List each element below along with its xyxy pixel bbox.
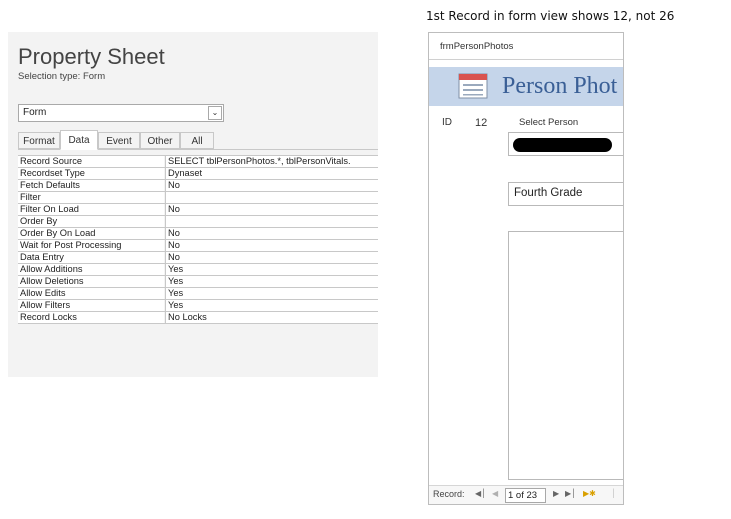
new-record-icon[interactable]: ▶✱ (583, 489, 596, 498)
property-row[interactable]: Record Locks No Locks (18, 312, 378, 324)
property-value[interactable]: Dynaset (165, 168, 378, 179)
property-value[interactable]: Yes (165, 264, 378, 275)
property-value[interactable]: No (165, 204, 378, 215)
form-header: Person Phot (429, 67, 623, 106)
property-name: Allow Edits (18, 288, 164, 299)
property-row[interactable]: Wait for Post Processing No (18, 240, 378, 252)
property-name: Data Entry (18, 252, 164, 263)
property-name: Order By (18, 216, 164, 227)
property-name: Record Source (18, 156, 164, 167)
id-label: ID (442, 117, 452, 128)
property-name: Fetch Defaults (18, 180, 164, 191)
record-navigation-bar: Record: ◀│ ◀ 1 of 23 ▶ ▶│ ▶✱ │ (429, 485, 623, 504)
property-value[interactable]: No (165, 252, 378, 263)
property-name: Allow Additions (18, 264, 164, 275)
record-counter[interactable]: 1 of 23 (505, 488, 546, 503)
property-grid: Record Source SELECT tblPersonPhotos.*, t… (18, 155, 378, 324)
filter-icon[interactable]: │ (611, 489, 616, 498)
property-value[interactable]: No (165, 180, 378, 191)
property-row[interactable]: Order By (18, 216, 378, 228)
form-view-window: frmPersonPhotos Person Phot ID 12 Select… (428, 32, 624, 505)
chevron-down-icon[interactable]: ⌄ (208, 106, 222, 120)
property-row[interactable]: Allow Deletions Yes (18, 276, 378, 288)
property-sheet-title: Property Sheet (18, 44, 165, 69)
property-row[interactable]: Data Entry No (18, 252, 378, 264)
screenshot-caption: 1st Record in form view shows 12, not 26 (426, 9, 675, 23)
grade-value: Fourth Grade (514, 187, 583, 199)
select-person-label: Select Person (519, 117, 579, 128)
object-selector-value: Form (23, 107, 47, 118)
property-tabs: Format Data Event Other All (18, 130, 378, 150)
last-record-icon[interactable]: ▶│ (565, 489, 576, 498)
property-value[interactable]: No Locks (165, 312, 378, 323)
property-value[interactable] (165, 192, 378, 203)
property-value[interactable]: Yes (165, 300, 378, 311)
form-icon (458, 73, 488, 99)
tab-other[interactable]: Other (140, 132, 180, 149)
document-tab[interactable]: frmPersonPhotos (429, 33, 623, 60)
document-tab-label: frmPersonPhotos (440, 41, 514, 52)
property-row[interactable]: Filter (18, 192, 378, 204)
tab-format[interactable]: Format (18, 132, 60, 149)
property-row[interactable]: Fetch Defaults No (18, 180, 378, 192)
property-name: Allow Filters (18, 300, 164, 311)
property-name: Filter On Load (18, 204, 164, 215)
property-name: Record Locks (18, 312, 164, 323)
redaction-bar (513, 138, 612, 152)
property-value[interactable]: No (165, 228, 378, 239)
first-record-icon[interactable]: ◀│ (475, 489, 486, 498)
form-title: Person Phot (502, 73, 618, 99)
grade-field[interactable]: Fourth Grade (508, 182, 623, 206)
tab-all[interactable]: All (180, 132, 214, 149)
tab-event[interactable]: Event (98, 132, 140, 149)
property-name: Wait for Post Processing (18, 240, 164, 251)
property-value[interactable]: No (165, 240, 378, 251)
previous-record-icon[interactable]: ◀ (492, 489, 498, 498)
property-value[interactable]: Yes (165, 288, 378, 299)
property-row[interactable]: Filter On Load No (18, 204, 378, 216)
property-row[interactable]: Recordset Type Dynaset (18, 168, 378, 180)
tab-data[interactable]: Data (60, 130, 98, 150)
property-name: Allow Deletions (18, 276, 164, 287)
selection-type-label: Selection type: Form (18, 71, 106, 82)
property-name: Filter (18, 192, 164, 203)
property-row[interactable]: Record Source SELECT tblPersonPhotos.*, t… (18, 155, 378, 168)
photo-frame[interactable] (508, 231, 623, 480)
property-row[interactable]: Allow Edits Yes (18, 288, 378, 300)
record-label: Record: (433, 489, 465, 499)
property-sheet-pane: Property Sheet Selection type: Form Form… (8, 32, 378, 377)
object-selector-dropdown[interactable]: Form ⌄ (18, 104, 224, 122)
property-row[interactable]: Allow Filters Yes (18, 300, 378, 312)
next-record-icon[interactable]: ▶ (553, 489, 559, 498)
property-row[interactable]: Order By On Load No (18, 228, 378, 240)
property-name: Order By On Load (18, 228, 164, 239)
property-name: Recordset Type (18, 168, 164, 179)
property-value[interactable]: Yes (165, 276, 378, 287)
property-value[interactable] (165, 216, 378, 227)
property-value[interactable]: SELECT tblPersonPhotos.*, tblPersonVital… (165, 156, 378, 167)
id-value: 12 (475, 117, 488, 129)
property-row[interactable]: Allow Additions Yes (18, 264, 378, 276)
